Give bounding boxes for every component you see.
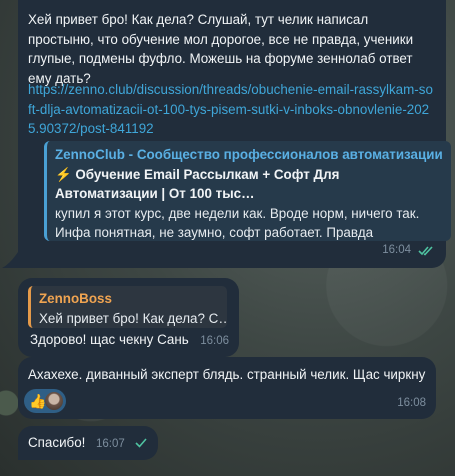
message-time: 16:04 <box>382 243 411 256</box>
check-icon <box>135 438 147 448</box>
reply-text: Хей привет бро! Как дела? С… <box>39 310 227 326</box>
reply-author: ZennoBoss <box>39 291 112 306</box>
reaction-chip[interactable]: 👍 <box>24 389 66 413</box>
link-preview-title: ⚡ Обучение Email Рассылкам + Софт Для Ав… <box>55 166 340 202</box>
message-time: 16:06 <box>200 334 229 347</box>
message-bubble-forward-request[interactable]: Хей привет бро! Как дела? Слушай, тут че… <box>18 0 451 268</box>
double-check-icon <box>418 246 433 256</box>
message-text: Спасибо! <box>28 435 86 450</box>
avatar[interactable] <box>0 386 18 420</box>
bubble-tail <box>0 252 18 268</box>
message-bubble-reply[interactable]: ZennoBoss Хей привет бро! Как дела? С… З… <box>18 278 239 357</box>
link-preview[interactable]: ZennoClub - Сообщество профессионалов ав… <box>44 141 451 241</box>
thumbs-up-icon: 👍 <box>29 393 47 409</box>
message-bubble-thanks[interactable]: Спасибо! 16:07 <box>18 426 158 460</box>
reply-quote[interactable]: ZennoBoss Хей привет бро! Как дела? С… <box>28 286 227 328</box>
message-time: 16:07 <box>96 438 125 450</box>
message-text: Здорово! щас чекну Сань <box>30 332 189 347</box>
message-text: Хей привет бро! Как дела? Слушай, тут че… <box>28 12 414 86</box>
message-bubble-response[interactable]: Ахахехе. диванный эксперт блядь. странны… <box>18 357 436 419</box>
link-preview-description: купил я этот курс, две недели как. Вроде… <box>55 205 420 241</box>
link-preview-site: ZennoClub - Сообщество профессионалов ав… <box>55 147 443 162</box>
reaction-avatar <box>45 392 63 410</box>
message-link[interactable]: https://zenno.club/discussion/threads/ob… <box>28 80 436 139</box>
message-text: Ахахехе. диванный эксперт блядь. странны… <box>28 367 426 382</box>
message-time: 16:08 <box>397 396 426 409</box>
